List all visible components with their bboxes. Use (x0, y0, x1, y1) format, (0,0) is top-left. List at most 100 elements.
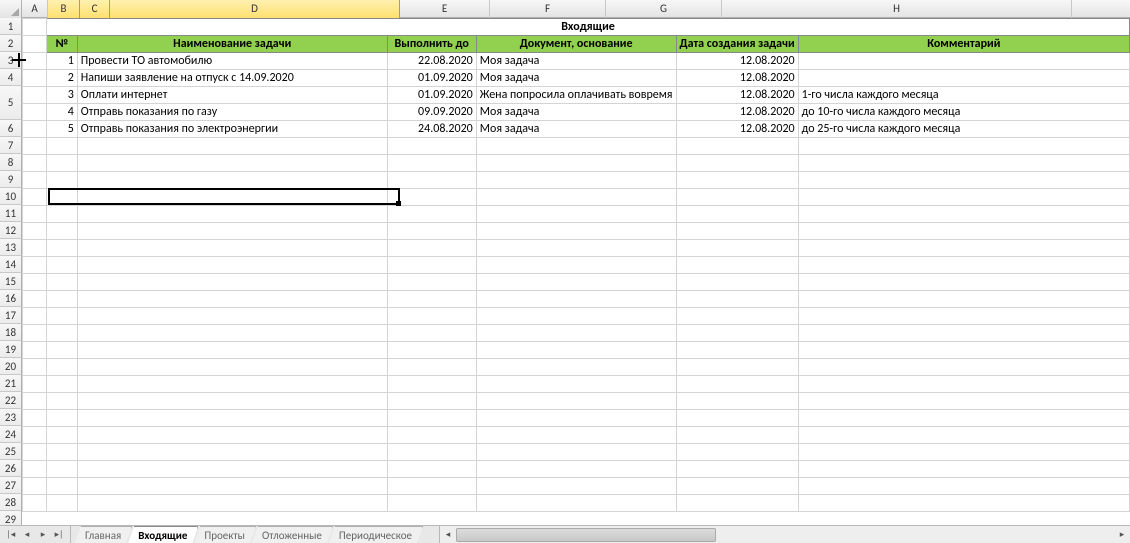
row-header[interactable]: 2 (0, 35, 22, 52)
cell-due[interactable]: 22.08.2020 (387, 53, 476, 70)
table-row[interactable] (23, 189, 1130, 206)
cell-comment[interactable]: 1-го числа каждого месяца (798, 87, 1129, 104)
header-created[interactable]: Дата создания задачи (676, 36, 798, 53)
table-row[interactable] (23, 410, 1130, 427)
table-row[interactable] (23, 223, 1130, 240)
cell-name[interactable]: Отправь показания по газу (77, 104, 387, 121)
col-header-E[interactable]: E (400, 0, 490, 18)
cell-comment[interactable] (798, 53, 1129, 70)
row-header[interactable]: 8 (0, 154, 22, 171)
row-header[interactable]: 29 (0, 511, 22, 525)
table-row[interactable] (23, 240, 1130, 257)
table-row[interactable] (23, 155, 1130, 172)
cell-due[interactable]: 01.09.2020 (387, 70, 476, 87)
cell-num[interactable]: 2 (47, 70, 78, 87)
header-name[interactable]: Наименование задачи (77, 36, 387, 53)
row-header[interactable]: 23 (0, 409, 22, 426)
cell-created[interactable]: 12.08.2020 (676, 121, 798, 138)
row-header[interactable]: 13 (0, 239, 22, 256)
cell-doc[interactable]: Моя задача (476, 121, 676, 138)
table-row[interactable] (23, 342, 1130, 359)
row-header[interactable]: 21 (0, 375, 22, 392)
table-row[interactable] (23, 138, 1130, 155)
tab-next-button[interactable]: ▸ (36, 528, 50, 542)
cell-doc[interactable]: Моя задача (476, 104, 676, 121)
table-row[interactable] (23, 308, 1130, 325)
row-header[interactable]: 15 (0, 273, 22, 290)
table-row[interactable] (23, 257, 1130, 274)
sheet-tab[interactable]: Главная (75, 526, 132, 543)
cell-created[interactable]: 12.08.2020 (676, 104, 798, 121)
row-header[interactable]: 14 (0, 256, 22, 273)
table-row[interactable] (23, 478, 1130, 495)
cell-comment[interactable]: до 25-го числа каждого месяца (798, 121, 1129, 138)
cell-due[interactable]: 09.09.2020 (387, 104, 476, 121)
table-row[interactable] (23, 393, 1130, 410)
scroll-track[interactable] (456, 527, 1114, 543)
col-header-D[interactable]: D (110, 0, 400, 18)
select-all-corner[interactable] (0, 0, 22, 18)
cell-name[interactable]: Оплати интернет (77, 87, 387, 104)
table-row[interactable]: 3 Оплати интернет 01.09.2020 Жена попрос… (23, 87, 1130, 104)
table-row[interactable] (23, 376, 1130, 393)
row-header[interactable]: 18 (0, 324, 22, 341)
cell-due[interactable]: 01.09.2020 (387, 87, 476, 104)
table-row[interactable] (23, 427, 1130, 444)
table-row[interactable]: 4 Отправь показания по газу 09.09.2020 М… (23, 104, 1130, 121)
row-header[interactable]: 3 (0, 52, 22, 69)
row-header[interactable]: 22 (0, 392, 22, 409)
col-header-B[interactable]: B (48, 0, 80, 18)
table-row[interactable]: 5 Отправь показания по электроэнергии 24… (23, 121, 1130, 138)
scroll-right-button[interactable]: ▸ (1114, 527, 1130, 543)
row-header[interactable]: 7 (0, 137, 22, 154)
row-header[interactable]: 6 (0, 120, 22, 137)
header-comment[interactable]: Комментарий (798, 36, 1129, 53)
table-row[interactable] (23, 444, 1130, 461)
row-header[interactable]: 20 (0, 358, 22, 375)
cell-num[interactable]: 4 (47, 104, 78, 121)
table-row[interactable] (23, 206, 1130, 223)
cell-name[interactable]: Напиши заявление на отпуск с 14.09.2020 (77, 70, 387, 87)
row-header[interactable]: 26 (0, 460, 22, 477)
sheet-tab[interactable]: Периодическое (329, 526, 423, 543)
col-header-H[interactable]: H (722, 0, 1072, 18)
cell-created[interactable]: 12.08.2020 (676, 53, 798, 70)
tab-last-button[interactable]: ▸| (52, 528, 66, 542)
row-header[interactable]: 28 (0, 494, 22, 511)
cell-doc[interactable]: Жена попросила оплачивать вовремя (476, 87, 676, 104)
tab-first-button[interactable]: |◂ (4, 528, 18, 542)
table-row[interactable] (23, 359, 1130, 376)
cell-num[interactable]: 3 (47, 87, 78, 104)
row-header[interactable]: 4 (0, 69, 22, 86)
row-header[interactable]: 11 (0, 205, 22, 222)
table-row[interactable]: 2 Напиши заявление на отпуск с 14.09.202… (23, 70, 1130, 87)
table-row[interactable] (23, 325, 1130, 342)
tab-prev-button[interactable]: ◂ (20, 528, 34, 542)
row-header[interactable]: 12 (0, 222, 22, 239)
cell-created[interactable]: 12.08.2020 (676, 87, 798, 104)
row-header[interactable]: 24 (0, 426, 22, 443)
table-row[interactable] (23, 495, 1130, 512)
table-row[interactable] (23, 461, 1130, 478)
cell-doc[interactable]: Моя задача (476, 70, 676, 87)
scroll-left-button[interactable]: ◂ (440, 527, 456, 543)
cell-doc[interactable]: Моя задача (476, 53, 676, 70)
cell-created[interactable]: 12.08.2020 (676, 70, 798, 87)
scroll-thumb[interactable] (456, 528, 716, 542)
row-header[interactable]: 1 (0, 18, 22, 35)
cell-comment[interactable] (798, 70, 1129, 87)
row-header[interactable]: 27 (0, 477, 22, 494)
col-header-C[interactable]: C (80, 0, 110, 18)
sheet-tab[interactable]: Входящие (128, 526, 198, 543)
row-header[interactable]: 9 (0, 171, 22, 188)
table-row[interactable] (23, 172, 1130, 189)
cell-comment[interactable]: до 10-го числа каждого месяца (798, 104, 1129, 121)
cell-name[interactable]: Провести ТО автомобилю (77, 53, 387, 70)
row-header[interactable]: 19 (0, 341, 22, 358)
cell-num[interactable]: 5 (47, 121, 78, 138)
cell-due[interactable]: 24.08.2020 (387, 121, 476, 138)
row-header[interactable]: 16 (0, 290, 22, 307)
row-header[interactable]: 25 (0, 443, 22, 460)
sheet-tab[interactable]: Проекты (194, 526, 256, 543)
row-header[interactable]: 5 (0, 86, 22, 120)
